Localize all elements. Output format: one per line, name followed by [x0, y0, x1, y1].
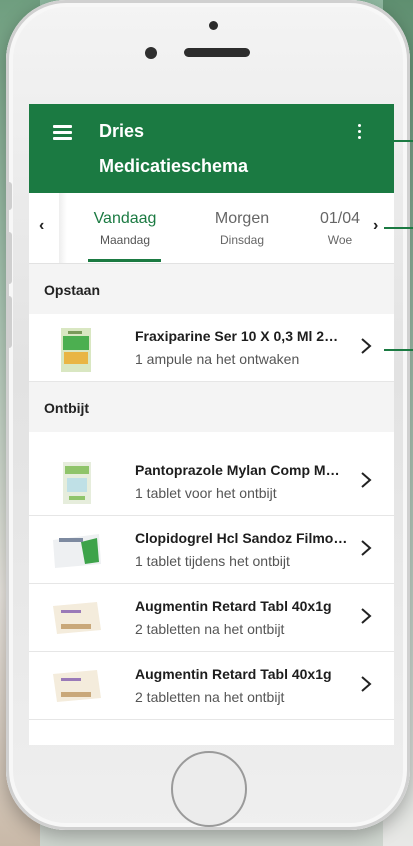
active-tab-indicator — [88, 259, 161, 262]
mute-switch — [6, 182, 12, 210]
volume-down-button — [6, 296, 12, 348]
medication-name: Augmentin Retard Tabl 40x1g — [135, 598, 332, 614]
hamburger-menu-icon[interactable] — [53, 125, 72, 140]
callout-line — [384, 227, 413, 229]
medication-instruction: 1 ampule na het ontwaken — [135, 351, 300, 367]
user-name: Dries — [99, 121, 145, 141]
section-title: Ontbijt — [44, 400, 90, 416]
tab-day-label: 01/04 — [319, 210, 361, 227]
list-item[interactable]: Augmentin Retard Tabl 40x1g 2 tabletten … — [29, 584, 394, 652]
day-selector: ‹ Vandaag Maandag Morgen Dinsdag 01/04 W… — [29, 193, 394, 264]
tab-weekday-label: Maandag — [99, 233, 151, 247]
tab-day-date[interactable]: 01/04 Woe — [316, 210, 364, 247]
medication-instruction: 2 tabletten na het ontbijt — [135, 621, 285, 637]
medication-instruction: 1 tablet tijdens het ontbijt — [135, 553, 290, 569]
medication-name: Augmentin Retard Tabl 40x1g — [135, 666, 332, 682]
chevron-right-icon[interactable] — [359, 336, 373, 356]
home-button[interactable] — [171, 751, 247, 827]
tab-weekday-label: Dinsdag — [219, 233, 265, 247]
chevron-right-icon[interactable] — [359, 606, 373, 626]
medication-package-image — [63, 462, 91, 504]
tab-day-label: Vandaag — [93, 210, 157, 227]
proximity-sensor — [209, 21, 218, 30]
medication-package-image — [53, 602, 101, 634]
medication-package-image — [53, 534, 101, 568]
callout-line — [384, 349, 413, 351]
tab-day-today[interactable]: Vandaag Maandag — [89, 210, 161, 247]
callout-line — [392, 140, 413, 142]
chevron-right-icon[interactable] — [359, 470, 373, 490]
tab-day-tomorrow[interactable]: Morgen Dinsdag — [207, 210, 277, 247]
chevron-right-icon[interactable] — [359, 538, 373, 558]
page-title: Medicatieschema — [99, 156, 249, 176]
front-camera — [145, 47, 157, 59]
earpiece-speaker — [184, 48, 250, 57]
chevron-right-icon[interactable] — [359, 674, 373, 694]
list-item[interactable]: Augmentin Retard Tabl 40x1g 2 tabletten … — [29, 652, 394, 720]
medication-package-image — [53, 670, 101, 702]
medication-package-image — [61, 328, 91, 372]
section-header: Ontbijt — [29, 382, 394, 432]
list-item[interactable]: Fraxiparine Ser 10 X 0,3 Ml 2… 1 ampule … — [29, 314, 394, 382]
app-screen: Dries Medicatieschema ‹ Vandaag Maandag … — [29, 104, 394, 745]
section-header: Opstaan — [29, 264, 394, 314]
medication-name: Fraxiparine Ser 10 X 0,3 Ml 2… — [135, 328, 339, 344]
kebab-menu-icon[interactable] — [356, 124, 362, 142]
medication-instruction: 1 tablet voor het ontbijt — [135, 485, 277, 501]
app-bar: Dries Medicatieschema — [29, 104, 394, 193]
volume-up-button — [6, 232, 12, 284]
medication-name: Clopidogrel Hcl Sandoz Filmo… — [135, 530, 348, 546]
chevron-left-icon[interactable]: ‹ — [39, 217, 44, 235]
list-item[interactable]: Clopidogrel Hcl Sandoz Filmo… 1 tablet t… — [29, 516, 394, 584]
tab-weekday-label: Woe — [327, 233, 353, 247]
scroll-fade — [59, 193, 67, 263]
medication-name: Pantoprazole Mylan Comp M… — [135, 462, 340, 478]
section-title: Opstaan — [44, 282, 101, 298]
medication-instruction: 2 tabletten na het ontbijt — [135, 689, 285, 705]
list-item[interactable]: Pantoprazole Mylan Comp M… 1 tablet voor… — [29, 448, 394, 516]
chevron-right-icon[interactable]: › — [373, 217, 378, 235]
tab-day-label: Morgen — [214, 210, 270, 227]
